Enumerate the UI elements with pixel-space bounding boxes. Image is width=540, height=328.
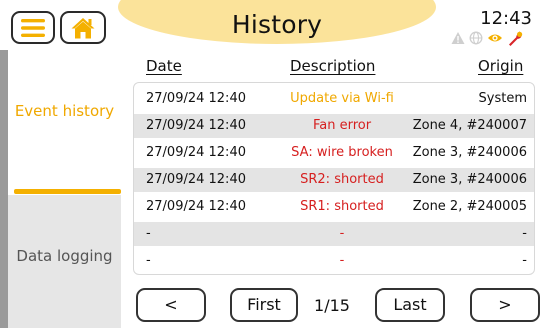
table-row[interactable]: 27/09/24 12:40 Fan error Zone 4, #240007	[134, 114, 534, 138]
sidebar: Event history Data logging	[8, 50, 121, 328]
cell-date: 27/09/24 12:40	[146, 118, 246, 133]
cell-origin: Zone 3, #240006	[412, 145, 527, 160]
home-icon	[71, 17, 95, 38]
cell-description: SA: wire broken	[291, 145, 393, 160]
last-page-button[interactable]: Last	[375, 288, 445, 322]
cell-origin: System	[478, 91, 527, 106]
cell-description: Fan error	[312, 118, 372, 133]
cell-description: -	[339, 253, 345, 268]
sidebar-active-indicator	[14, 189, 121, 194]
screen: History 12:43 Event history Data logging…	[0, 0, 540, 328]
menu-button[interactable]	[11, 11, 55, 44]
page-indicator: 1/15	[314, 296, 350, 315]
table-row[interactable]: - - -	[134, 222, 534, 246]
first-page-button[interactable]: First	[230, 288, 298, 322]
column-header-origin: Origin	[478, 57, 524, 75]
table-row[interactable]: - - -	[134, 249, 534, 273]
home-button[interactable]	[60, 11, 106, 44]
page-title: History	[231, 10, 323, 39]
cell-description: -	[339, 226, 345, 241]
cell-origin: -	[522, 253, 527, 268]
cell-origin: -	[522, 226, 527, 241]
event-table[interactable]: 27/09/24 12:40 Update via Wi-fi System 2…	[133, 82, 535, 275]
table-row[interactable]: 27/09/24 12:40 SR2: shorted Zone 3, #240…	[134, 168, 534, 192]
cell-description: SR2: shorted	[300, 172, 384, 187]
cell-date: -	[146, 226, 151, 241]
warning-icon	[451, 32, 465, 44]
prev-page-button[interactable]: <	[136, 288, 206, 322]
sidebar-item-data-logging[interactable]: Data logging	[8, 195, 121, 328]
cell-date: 27/09/24 12:40	[146, 199, 246, 214]
sidebar-item-label: Data logging	[16, 247, 113, 265]
cell-date: -	[146, 253, 151, 268]
clock: 12:43	[480, 8, 532, 29]
cell-origin: Zone 3, #240006	[412, 172, 527, 187]
sidebar-item-label: Event history	[14, 102, 115, 120]
column-header-description: Description	[290, 57, 376, 75]
cell-date: 27/09/24 12:40	[146, 91, 246, 106]
eye-icon	[488, 34, 502, 42]
header: History 12:43	[0, 0, 540, 50]
table-row[interactable]: 27/09/24 12:40 SR1: shorted Zone 2, #240…	[134, 195, 534, 219]
wrench-icon	[509, 31, 523, 46]
table-row[interactable]: 27/09/24 12:40 SA: wire broken Zone 3, #…	[134, 141, 534, 165]
cell-description: SR1: shorted	[300, 199, 384, 214]
cell-origin: Zone 2, #240005	[412, 199, 527, 214]
hamburger-menu-icon	[21, 18, 45, 37]
next-page-button[interactable]: >	[470, 288, 540, 322]
column-header-date: Date	[146, 57, 182, 75]
cell-description: Update via Wi-fi	[290, 91, 394, 106]
globe-icon	[469, 31, 483, 45]
cell-date: 27/09/24 12:40	[146, 172, 246, 187]
status-icons	[450, 31, 532, 47]
cell-origin: Zone 4, #240007	[412, 118, 527, 133]
table-row[interactable]: 27/09/24 12:40 Update via Wi-fi System	[134, 87, 534, 111]
cell-date: 27/09/24 12:40	[146, 145, 246, 160]
sidebar-item-event-history[interactable]: Event history	[8, 50, 121, 190]
